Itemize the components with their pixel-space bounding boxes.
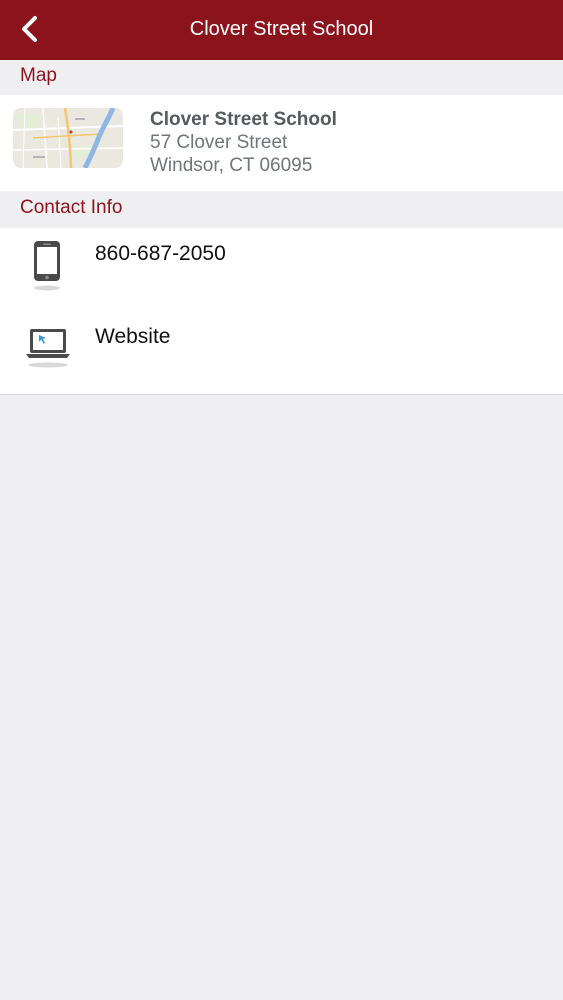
contact-list: 860-687-2050 Website <box>0 228 563 395</box>
laptop-icon <box>24 319 72 375</box>
map-row[interactable]: Clover Street School 57 Clover Street Wi… <box>0 95 563 191</box>
contact-section-title: Contact Info <box>20 197 123 218</box>
mobile-phone-icon <box>24 238 72 294</box>
map-thumbnail-image <box>13 108 123 168</box>
address-line-2: Windsor, CT 06095 <box>150 155 313 176</box>
phone-row[interactable]: 860-687-2050 <box>0 228 563 311</box>
nav-bar: Clover Street School <box>0 0 563 60</box>
contact-section-header: Contact Info <box>0 192 563 226</box>
map-thumbnail[interactable] <box>13 108 123 168</box>
school-name: Clover Street School <box>150 109 337 130</box>
phone-number: 860-687-2050 <box>95 242 226 265</box>
website-link[interactable]: Website <box>95 325 170 349</box>
map-section-header: Map <box>0 60 563 94</box>
website-row[interactable]: Website <box>0 311 563 394</box>
map-section-title: Map <box>20 65 57 86</box>
map-address-block: Clover Street School 57 Clover Street Wi… <box>150 108 337 177</box>
address-line-1: 57 Clover Street <box>150 132 288 153</box>
page-title: Clover Street School <box>189 18 374 40</box>
